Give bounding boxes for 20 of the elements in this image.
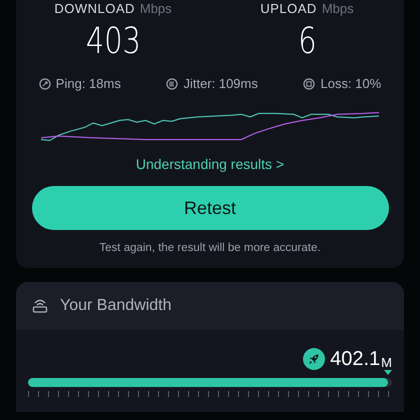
result-unit: Mbps — [322, 1, 354, 16]
results-link[interactable]: Understanding results > — [136, 156, 284, 172]
rocket-icon — [303, 348, 326, 370]
marker-icon — [384, 370, 392, 375]
hint-text: Test again, the result will be more accurate. — [99, 242, 321, 254]
result-value: 403 — [86, 21, 140, 62]
result-label: UPLOAD — [260, 1, 317, 16]
stat-text: Ping: 18ms — [56, 76, 121, 91]
router-icon — [32, 298, 48, 314]
result-unit: Mbps — [140, 1, 172, 16]
ping-icon — [38, 78, 51, 90]
result-value: 6 — [298, 21, 316, 62]
bandwidth-value: 402.1 — [330, 348, 380, 370]
result-label: DOWNLOAD — [54, 1, 135, 16]
bandwidth-unit: M — [381, 355, 392, 370]
stat-text: Jitter: 109ms — [183, 76, 258, 91]
section-title: Your Bandwidth — [60, 297, 172, 315]
wave-icon — [166, 78, 178, 90]
retest-button[interactable]: Retest — [32, 186, 388, 230]
stat-text: Loss: 10% — [320, 76, 382, 91]
